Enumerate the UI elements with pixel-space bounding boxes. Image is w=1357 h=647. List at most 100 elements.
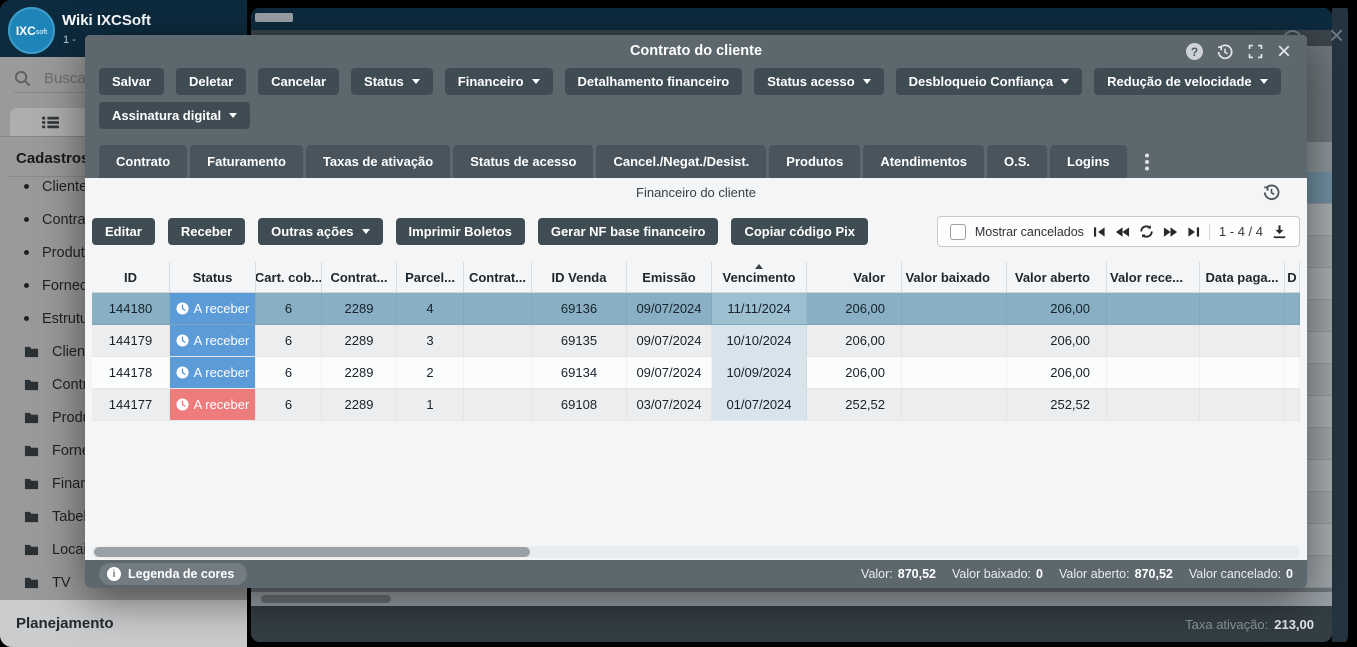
- caret-down-icon: [532, 79, 540, 84]
- next-page-icon[interactable]: [1163, 226, 1178, 238]
- action-button-receber[interactable]: Receber: [168, 218, 245, 245]
- section-planejamento[interactable]: Planejamento: [0, 599, 247, 647]
- table-horizontal-scrollbar[interactable]: [92, 546, 1300, 558]
- column-header-parcel[interactable]: Parcel...: [397, 262, 464, 292]
- cell-valor-aberto: 206,00: [1007, 293, 1107, 324]
- cell-valor-rece: [1107, 389, 1200, 420]
- download-icon[interactable]: [1272, 224, 1287, 239]
- sidebar-subtitle: 1 -: [63, 34, 76, 46]
- action-button-outras-a-es[interactable]: Outras ações: [258, 218, 382, 245]
- column-header-valor-baixado[interactable]: Valor baixado: [902, 262, 1007, 292]
- column-header-valor-rece[interactable]: Valor rece...: [1107, 262, 1200, 292]
- column-header-label: Status: [193, 270, 233, 285]
- table-row[interactable]: 144179A receber6228936913509/07/202410/1…: [92, 325, 1300, 357]
- column-header-label: ID: [124, 270, 137, 285]
- column-header-label: Cart. cob...: [256, 270, 322, 285]
- column-header-status[interactable]: Status: [170, 262, 256, 292]
- total-label: Valor:: [861, 567, 893, 581]
- clock-icon: [176, 366, 189, 379]
- tab-faturamento[interactable]: Faturamento: [190, 145, 303, 178]
- column-header-label: Parcel...: [405, 270, 455, 285]
- column-header-valor[interactable]: Valor: [807, 262, 902, 292]
- sidebar-item-label: Client: [52, 344, 89, 360]
- button-label: Receber: [181, 224, 232, 239]
- tab-produtos[interactable]: Produtos: [769, 145, 860, 178]
- tab-cancel-negat-desist[interactable]: Cancel./Negat./Desist.: [596, 145, 766, 178]
- toolbar-button-status[interactable]: Status: [351, 68, 433, 95]
- column-header-emiss-o[interactable]: Emissão: [627, 262, 712, 292]
- help-icon[interactable]: ?: [1186, 43, 1203, 60]
- color-legend-button[interactable]: i Legenda de cores: [99, 563, 247, 585]
- total-value: 870,52: [898, 567, 936, 581]
- folder-icon: [24, 477, 39, 490]
- cell-cart-cob: 6: [256, 293, 322, 324]
- column-header-d[interactable]: D: [1285, 262, 1300, 292]
- background-scrollbar-thumb[interactable]: [261, 595, 391, 603]
- toolbar-button-deletar[interactable]: Deletar: [176, 68, 246, 95]
- fullscreen-icon[interactable]: [1247, 43, 1264, 60]
- column-header-contrat[interactable]: Contrat...: [322, 262, 397, 292]
- first-page-icon[interactable]: [1093, 226, 1106, 238]
- cell-valor: 206,00: [807, 357, 902, 388]
- column-header-label: Valor aberto: [1015, 270, 1090, 285]
- cell-valor-aberto: 252,52: [1007, 389, 1107, 420]
- toolbar-button-desbloqueio-confian-a[interactable]: Desbloqueio Confiança: [896, 68, 1082, 95]
- toolbar-button-detalhamento-financeiro[interactable]: Detalhamento financeiro: [565, 68, 743, 95]
- column-header-label: ID Venda: [552, 270, 607, 285]
- clock-icon: [176, 398, 189, 411]
- financial-table: IDStatusCart. cob...Contrat...Parcel...C…: [92, 262, 1300, 421]
- column-header-id-venda[interactable]: ID Venda: [532, 262, 627, 292]
- column-header-id[interactable]: ID: [92, 262, 170, 292]
- background-horizontal-scrollbar[interactable]: [251, 592, 1332, 606]
- button-label: Status acesso: [767, 74, 854, 89]
- column-header-contrat[interactable]: Contrat...: [464, 262, 532, 292]
- tab-o-s[interactable]: O.S.: [987, 145, 1047, 178]
- cell-d: [1285, 389, 1300, 420]
- column-header-valor-aberto[interactable]: Valor aberto: [1007, 262, 1107, 292]
- sidebar-tab-list[interactable]: [10, 108, 90, 137]
- toolbar-button-cancelar[interactable]: Cancelar: [258, 68, 339, 95]
- toolbar-button-redu-o-de-velocidade[interactable]: Redução de velocidade: [1094, 68, 1281, 95]
- column-header-data-paga[interactable]: Data paga...: [1200, 262, 1285, 292]
- toolbar-button-assinatura-digital[interactable]: Assinatura digital: [99, 102, 250, 129]
- tab-logins[interactable]: Logins: [1050, 145, 1127, 178]
- table-pager: Mostrar cancelados: [937, 216, 1300, 247]
- cell-valor: 206,00: [807, 293, 902, 324]
- table-row[interactable]: 144180A receber6228946913609/07/202411/1…: [92, 293, 1300, 325]
- tab-atendimentos[interactable]: Atendimentos: [863, 145, 984, 178]
- cell-contrat: [464, 325, 532, 356]
- toolbar-button-status-acesso[interactable]: Status acesso: [754, 68, 883, 95]
- action-button-gerar-nf-base-financeiro[interactable]: Gerar NF base financeiro: [538, 218, 719, 245]
- show-cancelled-checkbox[interactable]: [950, 224, 966, 240]
- column-header-cart-cob[interactable]: Cart. cob...: [256, 262, 322, 292]
- column-header-label: Vencimento: [723, 270, 796, 285]
- last-page-icon[interactable]: [1187, 226, 1200, 238]
- status-label: A receber: [194, 301, 250, 316]
- history-icon[interactable]: [1216, 43, 1234, 61]
- tab-taxas-de-ativa-o[interactable]: Taxas de ativação: [306, 145, 450, 178]
- background-close-icon[interactable]: ×: [1329, 22, 1344, 48]
- cell-vencimento: 11/11/2024: [712, 293, 807, 324]
- tab-status-de-acesso[interactable]: Status de acesso: [453, 145, 593, 178]
- refresh-icon[interactable]: [1139, 224, 1154, 239]
- folder-icon: [24, 543, 39, 556]
- more-tabs-icon[interactable]: [1144, 153, 1150, 171]
- bullet-icon: [24, 283, 29, 288]
- action-button-copiar-c-digo-pix[interactable]: Copiar código Pix: [731, 218, 868, 245]
- cell-valor-aberto: 206,00: [1007, 357, 1107, 388]
- section-history-icon[interactable]: [1262, 183, 1281, 207]
- cell-parcel: 1: [397, 389, 464, 420]
- tab-contrato[interactable]: Contrato: [99, 145, 187, 178]
- table-row[interactable]: 144177A receber6228916910803/07/202401/0…: [92, 389, 1300, 421]
- column-header-vencimento[interactable]: Vencimento: [712, 262, 807, 292]
- action-button-imprimir-boletos[interactable]: Imprimir Boletos: [396, 218, 525, 245]
- toolbar-button-financeiro[interactable]: Financeiro: [445, 68, 553, 95]
- action-button-editar[interactable]: Editar: [92, 218, 155, 245]
- table-scrollbar-thumb[interactable]: [94, 547, 530, 557]
- close-icon[interactable]: ×: [1277, 42, 1291, 62]
- previous-page-icon[interactable]: [1115, 226, 1130, 238]
- table-row[interactable]: 144178A receber6228926913409/07/202410/0…: [92, 357, 1300, 389]
- toolbar-button-salvar[interactable]: Salvar: [99, 68, 164, 95]
- clock-icon: [176, 302, 189, 315]
- status-badge: A receber: [170, 325, 255, 356]
